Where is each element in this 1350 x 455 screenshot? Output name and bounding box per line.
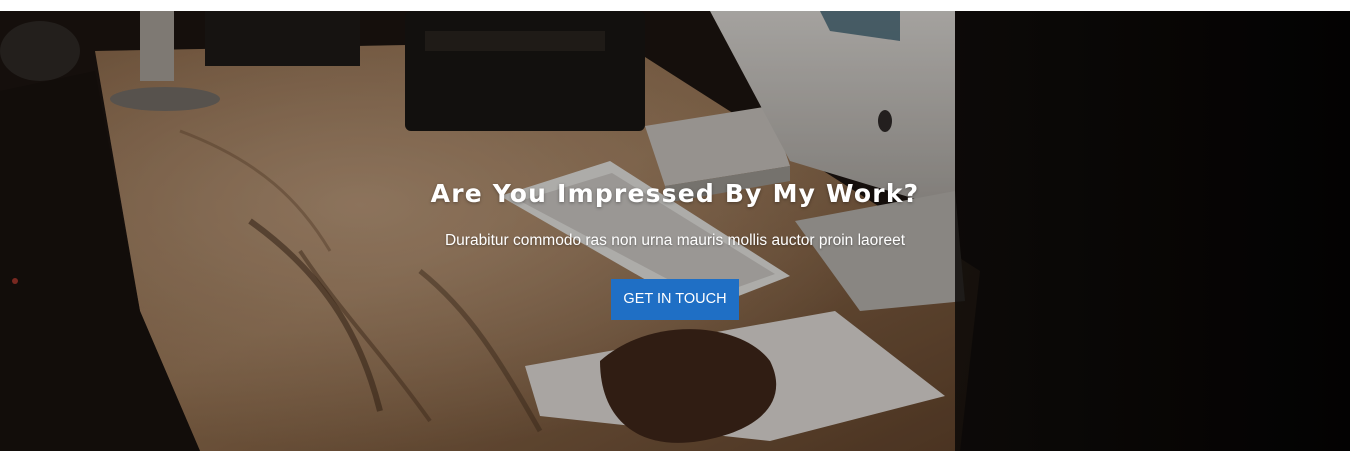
cta-banner: Are You Impressed By My Work? Durabitur … [0,11,1350,451]
get-in-touch-button[interactable]: GET IN TOUCH [611,279,739,320]
cta-content: Are You Impressed By My Work? Durabitur … [0,11,1350,451]
cta-subtext: Durabitur commodo ras non urna mauris mo… [444,232,906,249]
page: Are You Impressed By My Work? Durabitur … [0,0,1350,455]
cta-heading: Are You Impressed By My Work? [430,179,920,208]
